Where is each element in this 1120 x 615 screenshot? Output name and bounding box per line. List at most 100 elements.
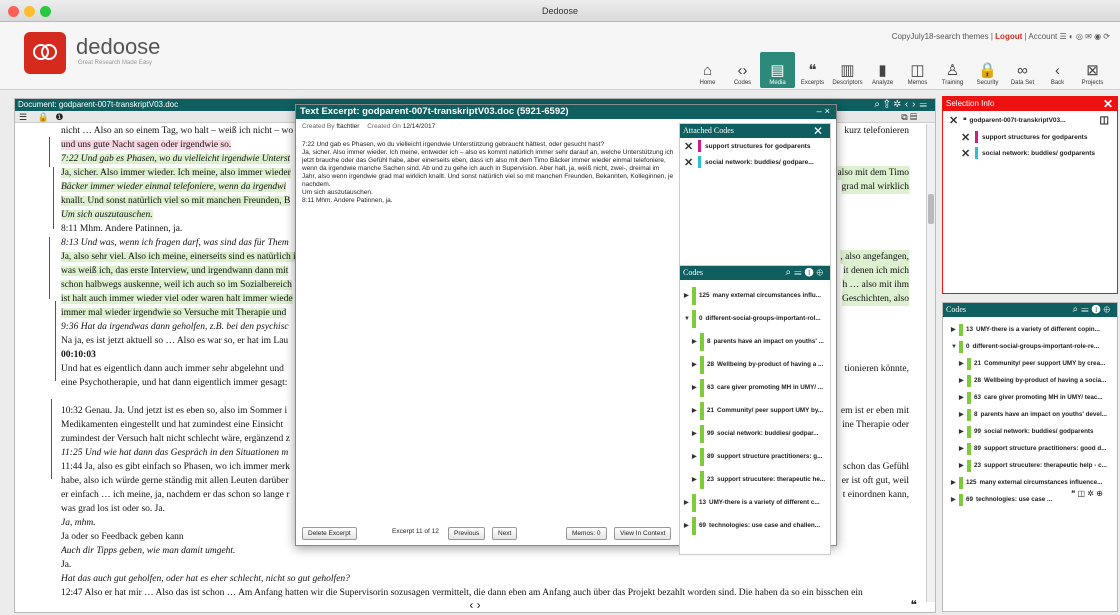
page-nav-arrows[interactable]: ‹ › (469, 598, 480, 612)
doc-action-icons[interactable]: ⧉ ▤ (901, 111, 917, 123)
code-tree-row[interactable]: ▶ 8 parents have an impact on youths' ... (680, 330, 830, 353)
expand-icon[interactable]: ▶ (959, 428, 967, 435)
code-label: different-social-groups-important-rol... (705, 315, 821, 322)
dedoose-logo-icon[interactable] (24, 32, 66, 74)
code-tree-row[interactable]: ▶ 28 Wellbeing by-product of having a soci… (947, 372, 1117, 389)
toolbar-data-set-button[interactable]: ∞ Data Set (1005, 52, 1040, 88)
document-header-icons[interactable]: ⌕⇪✲‹›☰ (874, 99, 931, 111)
document-line[interactable]: Hat das auch gut geholfen, oder hat es e… (61, 572, 923, 586)
code-tree-row[interactable]: ▶ 8 parents have an impact on youths' deve… (947, 406, 1117, 423)
expand-icon[interactable]: ▶ (951, 326, 959, 333)
code-tree-row[interactable]: ▼ 0 different-social-groups-important-rol.… (680, 307, 830, 330)
expand-icon[interactable]: ▶ (959, 445, 967, 452)
expand-icon[interactable]: ▶ (692, 361, 700, 368)
attached-code-row[interactable]: ✕ support structures for godparents (680, 138, 830, 154)
expand-icon[interactable]: ▶ (951, 496, 959, 503)
zoom-window-button[interactable] (40, 6, 51, 17)
code-tree-row[interactable]: ▶ 23 support strucutere: therapeutic he... (680, 468, 830, 491)
selection-code-row[interactable]: ✕ support structures for godparents (957, 129, 1117, 145)
expand-icon[interactable]: ▶ (959, 377, 967, 384)
toolbar-codes-button[interactable]: ‹› Codes (725, 52, 760, 88)
account-link[interactable]: Account (1028, 32, 1057, 41)
quote-icon[interactable]: ❝ (911, 598, 917, 612)
expand-icon[interactable]: ▶ (692, 430, 700, 437)
code-row-action-icons[interactable]: ❝ ◫ ✲ ⊕ (1071, 489, 1103, 498)
code-tree-row[interactable]: ▶ 13 UMY-there is a variety of different c… (680, 491, 830, 514)
collapse-icon[interactable]: ▼ (684, 316, 692, 322)
code-tree-row[interactable]: ▶ 21 Community/ peer support UMY by crea..… (947, 355, 1117, 372)
expand-icon[interactable]: ▶ (692, 476, 700, 483)
close-window-button[interactable] (8, 6, 19, 17)
code-tree-row[interactable]: ▶ 99 social network: buddies/ godparents (947, 423, 1117, 440)
remove-code-icon[interactable]: ✕ (684, 156, 698, 169)
toolbar-back-button[interactable]: ‹ Back (1040, 52, 1075, 88)
expand-icon[interactable]: ▶ (959, 360, 967, 367)
chart-icon: ▮ (878, 62, 887, 79)
minimize-window-button[interactable] (24, 6, 35, 17)
code-color-swatch (967, 425, 971, 438)
collapse-icon[interactable]: ▼ (951, 344, 959, 350)
expand-icon[interactable]: ▶ (951, 479, 959, 486)
remove-icon[interactable]: ✕ (949, 114, 963, 127)
code-tree-row[interactable]: ▶ 13 UMY-there is a variety of different c… (947, 321, 1117, 338)
attached-code-row[interactable]: ✕ social network: buddies/ godpare... (680, 154, 830, 170)
codes-side-tool-icons[interactable]: ⌕☰❶⊕ (1073, 303, 1113, 317)
close-icon[interactable]: ✕ (1103, 97, 1113, 111)
lock-icon[interactable]: 🔒 (38, 112, 49, 122)
document-line[interactable]: 12:47 Also er hat mir … Also das ist sch… (61, 586, 923, 598)
toolbar-analyze-button[interactable]: ▮ Analyze (865, 52, 900, 88)
code-tree-row[interactable]: ▶ 99 social network: buddies/ godpar... (680, 422, 830, 445)
filter-icon[interactable]: ☰ (19, 112, 27, 122)
toolbar-training-button[interactable]: ♙ Training (935, 52, 970, 88)
memos-button[interactable]: Memos: 0 (566, 527, 607, 540)
toolbar-memos-button[interactable]: ◫ Memos (900, 52, 935, 88)
remove-code-icon[interactable]: ✕ (684, 140, 698, 153)
expand-icon[interactable]: ▶ (959, 411, 967, 418)
code-label: different-social-groups-important-role-r… (972, 343, 1100, 350)
expand-icon[interactable]: ▶ (692, 384, 700, 391)
code-tree-row[interactable]: ▶ 28 Wellbeing by-product of having a ... (680, 353, 830, 376)
expand-icon[interactable]: ▶ (959, 462, 967, 469)
toolbar-label: Home (699, 80, 716, 86)
previous-button[interactable]: Previous (448, 527, 486, 540)
status-icons[interactable]: ☰ ◐ ◎ ✉ ◉ ⟳ (1060, 32, 1110, 41)
next-button[interactable]: Next (492, 527, 518, 540)
document-line[interactable]: Ja. (61, 558, 923, 572)
excerpt-text[interactable]: 7:22 Und gab es Phasen, wo du vielleicht… (302, 141, 674, 205)
codes-tool-icons[interactable]: ⌕☰❶⊕ (786, 266, 826, 280)
code-tree-row[interactable]: ▶ 89 support structure practitioners: g... (680, 445, 830, 468)
selection-doc-row[interactable]: ✕ ❝ godparent-007t-transkriptV03... ◫ (943, 111, 1117, 129)
expand-icon[interactable]: ▶ (684, 499, 692, 506)
info-icon[interactable]: ❶ (55, 112, 63, 122)
expand-icon[interactable]: ▶ (959, 394, 967, 401)
logout-link[interactable]: Logout (995, 32, 1022, 41)
remove-code-icon[interactable]: ✕ (961, 131, 975, 144)
expand-icon[interactable]: ▶ (692, 453, 700, 460)
delete-excerpt-button[interactable]: Delete Excerpt (302, 527, 357, 540)
toolbar-security-button[interactable]: 🔒 Security (970, 52, 1005, 88)
code-tree-row[interactable]: ▶ 63 care giver promoting MH in UMY/ ... (680, 376, 830, 399)
document-scrollbar[interactable] (926, 124, 935, 602)
remove-code-icon[interactable]: ✕ (961, 147, 975, 160)
code-tree-row[interactable]: ▶ 23 support strucutere: therapeutic help … (947, 457, 1117, 474)
code-tree-row[interactable]: ▶ 125 many external circumstances influ... (680, 284, 830, 307)
toolbar-excerpts-button[interactable]: ❝ Excerpts (795, 52, 830, 88)
dialog-controls[interactable]: – × (817, 105, 830, 119)
code-tree-row[interactable]: ▶ 89 support structure practitioners: good… (947, 440, 1117, 457)
code-tree-row[interactable]: ▼ 0 different-social-groups-important-role… (947, 338, 1117, 355)
expand-icon[interactable]: ▶ (692, 407, 700, 414)
toolbar-descriptors-button[interactable]: ▥ Descriptors (830, 52, 865, 88)
close-icon[interactable]: ✕ (813, 124, 826, 138)
toolbar-projects-button[interactable]: ⊠ Projects (1075, 52, 1110, 88)
memo-icon[interactable]: ◫ (1100, 115, 1109, 126)
selection-code-row[interactable]: ✕ social network: buddies/ godparents (957, 145, 1117, 161)
toolbar-home-button[interactable]: ⌂ Home (690, 52, 725, 88)
code-count: 0 (966, 343, 970, 350)
code-tree-row[interactable]: ▶ 63 care giver promoting MH in UMY/ teac.… (947, 389, 1117, 406)
view-in-context-button[interactable]: View In Context (614, 527, 672, 540)
code-tree-row[interactable]: ▶ 21 Community/ peer support UMY by... (680, 399, 830, 422)
toolbar-media-button[interactable]: ▤ Media (760, 52, 795, 88)
expand-icon[interactable]: ▶ (684, 292, 692, 299)
project-name[interactable]: CopyJuly18-search themes (892, 32, 989, 41)
expand-icon[interactable]: ▶ (692, 338, 700, 345)
